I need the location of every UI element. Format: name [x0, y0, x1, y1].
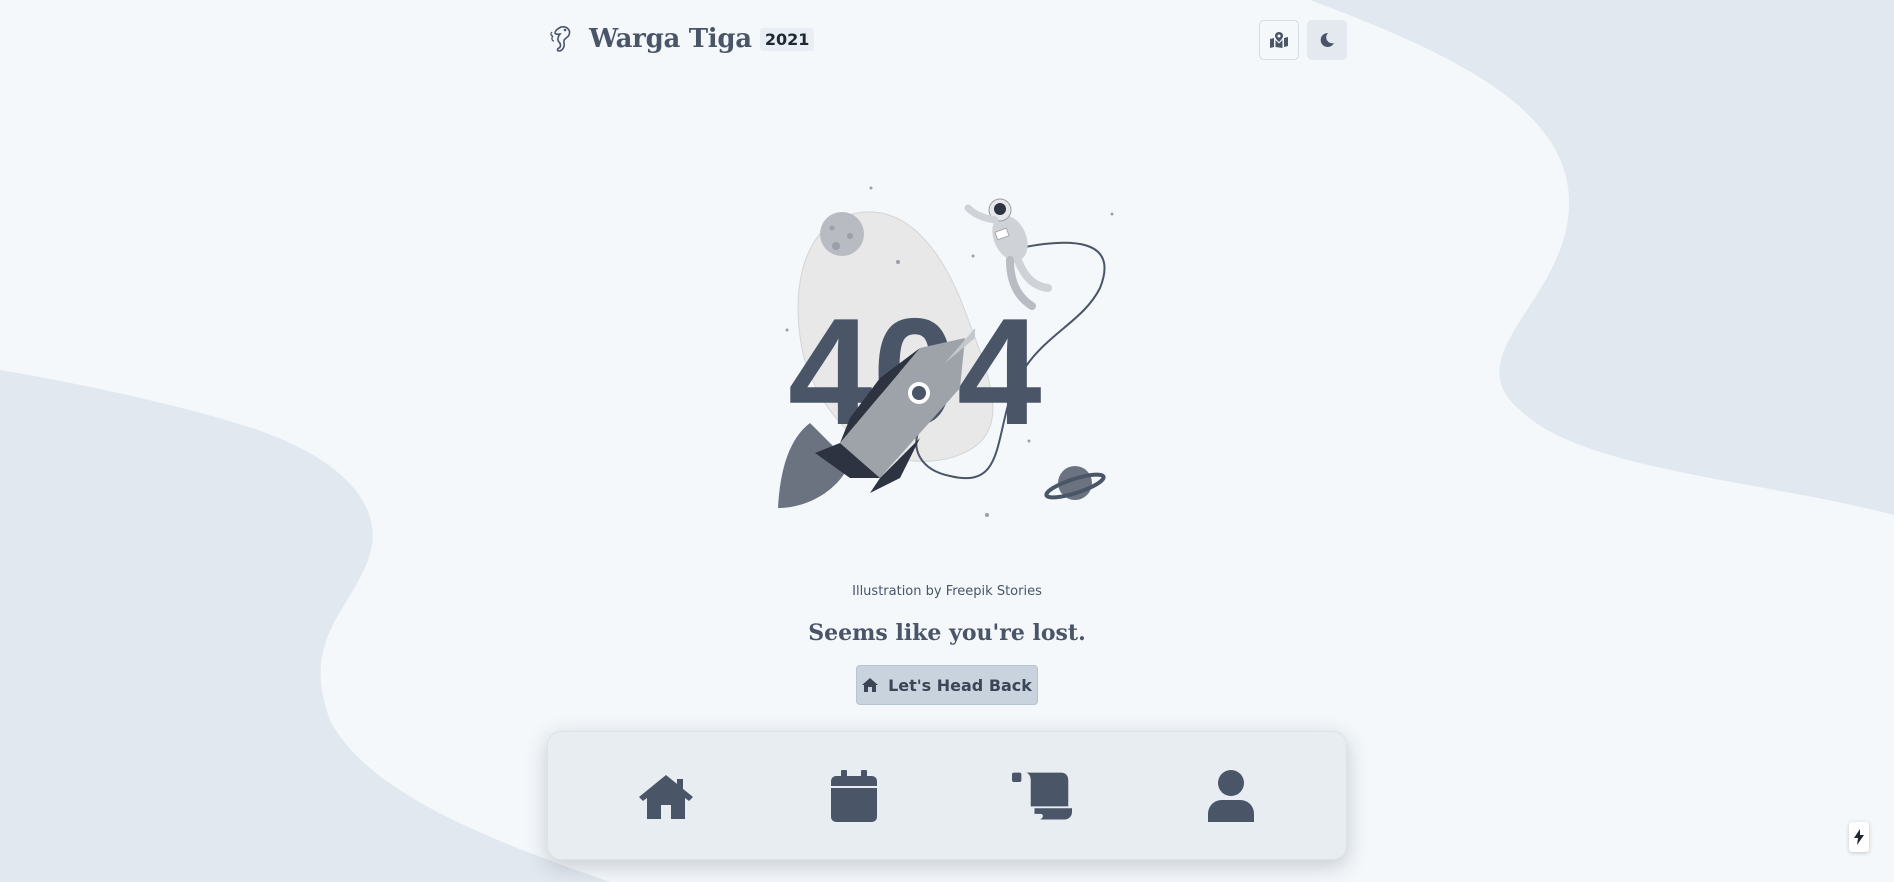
nav-calendar[interactable]	[824, 768, 884, 824]
scroll-icon	[1012, 772, 1072, 820]
nav-scroll[interactable]	[1012, 768, 1072, 824]
home-icon	[639, 775, 693, 819]
bolt-button[interactable]	[1849, 822, 1869, 852]
illustration-credit: Illustration by Freepik Stories	[852, 584, 1042, 599]
nav-profile[interactable]	[1201, 768, 1261, 824]
map-button[interactable]	[1259, 20, 1299, 60]
head-back-button[interactable]: Let's Head Back	[856, 665, 1038, 705]
top-header: Warga Tiga 2021	[547, 18, 1347, 60]
nav-home[interactable]	[636, 768, 696, 824]
user-icon	[1208, 770, 1254, 822]
theme-toggle-button[interactable]	[1307, 20, 1347, 60]
brand[interactable]: Warga Tiga 2021	[547, 22, 815, 56]
bottom-navigation	[547, 731, 1347, 860]
site-title: Warga Tiga	[589, 24, 752, 54]
seahorse-logo-icon	[550, 26, 571, 52]
year-badge: 2021	[759, 27, 815, 51]
error-message: Seems like you're lost.	[808, 620, 1086, 646]
head-back-label: Let's Head Back	[888, 675, 1032, 695]
bolt-icon	[1854, 829, 1864, 845]
astronaut-rocket-404-illustration: 404	[778, 186, 1114, 517]
moon-icon	[1320, 32, 1334, 47]
map-marked-icon	[1270, 32, 1288, 48]
home-icon	[862, 678, 879, 692]
calendar-icon	[831, 770, 877, 822]
planet	[1044, 466, 1106, 500]
